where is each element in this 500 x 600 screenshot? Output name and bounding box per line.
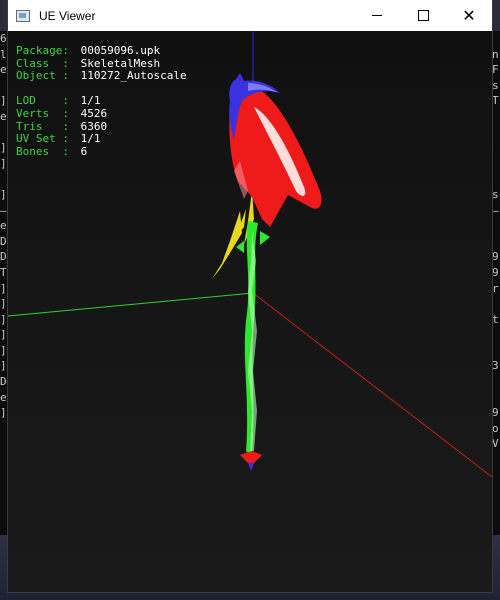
console-line: D: [0, 375, 7, 389]
background-console-right: n F s T s — 9 9 r t 3 9 o V: [492, 31, 500, 591]
console-line: ]: [0, 281, 7, 295]
console-line: e: [0, 219, 7, 233]
console-line: 9: [492, 250, 499, 264]
info-row-uvset: UV Set : 1/1: [16, 132, 187, 146]
console-line: s: [492, 187, 499, 201]
info-value: 4526: [80, 106, 108, 120]
console-line: 3: [492, 359, 499, 373]
console-line: l: [0, 47, 7, 61]
console-line: ]: [0, 187, 7, 201]
window-title: UE Viewer: [39, 8, 96, 23]
mesh-handle-green: [236, 221, 270, 456]
mesh-info-overlay: Package: 00059096.upk Class : SkeletalMe…: [16, 44, 187, 159]
info-value: SkeletalMesh: [80, 56, 161, 70]
info-label: Verts :: [16, 106, 69, 120]
console-line: T: [492, 94, 499, 108]
console-line: o: [492, 421, 499, 435]
console-line: ]: [0, 156, 7, 170]
console-line: T: [0, 265, 7, 279]
console-line: V: [492, 437, 499, 451]
maximize-icon: [417, 10, 429, 21]
background-console-left: 6 l e ] e ] ] ] — e D D T ] ] ] ] ] ] D …: [0, 31, 8, 591]
console-line: ]: [0, 141, 7, 155]
info-value: 6360: [80, 119, 108, 133]
console-line: —: [0, 203, 7, 217]
app-window-icon[interactable]: [16, 9, 30, 22]
info-value: 1/1: [80, 94, 101, 108]
console-line: ]: [0, 94, 7, 108]
info-label: Object :: [16, 69, 69, 83]
y-axis-line: [8, 292, 254, 317]
ue-viewer-window: UE Viewer ✕ Package: 00059096.upk Class …: [8, 0, 492, 592]
console-line: t: [492, 312, 499, 326]
console-line: ]: [0, 343, 7, 357]
console-line: —: [492, 203, 499, 217]
info-value: 6: [80, 144, 88, 158]
console-line: 9: [492, 265, 499, 279]
console-line: ]: [0, 406, 7, 420]
info-label: Package:: [16, 44, 69, 57]
mesh-tip-red: [240, 451, 262, 471]
3d-viewport[interactable]: Package: 00059096.upk Class : SkeletalMe…: [8, 31, 492, 592]
info-row-object: Object : 110272_Autoscale: [16, 69, 187, 83]
console-line: 9: [492, 406, 499, 420]
console-line: 6: [0, 32, 7, 45]
mesh-blade-red: [229, 86, 322, 227]
info-row-bones: Bones : 6: [16, 144, 187, 159]
info-label: Bones :: [16, 144, 69, 158]
console-line: e: [0, 63, 7, 77]
console-line: ]: [0, 312, 7, 326]
info-value: 1/1: [80, 132, 101, 146]
maximize-button[interactable]: [400, 0, 446, 31]
console-line: ]: [0, 297, 7, 311]
x-axis-line: [252, 292, 492, 478]
close-icon: ✕: [462, 5, 476, 25]
minimize-button[interactable]: [354, 0, 400, 31]
console-line: n: [492, 47, 499, 61]
minimize-icon: [372, 15, 382, 16]
console-line: r: [492, 281, 499, 295]
console-line: e: [0, 390, 7, 404]
console-line: s: [492, 78, 499, 92]
info-value: 00059096.upk: [80, 44, 161, 57]
console-line: D: [0, 234, 7, 248]
console-line: ]: [0, 359, 7, 373]
info-value: 110272_Autoscale: [80, 69, 187, 83]
info-label: UV Set :: [16, 132, 69, 146]
close-button[interactable]: ✕: [446, 0, 492, 31]
console-line: ]: [0, 328, 7, 342]
title-bar[interactable]: UE Viewer ✕: [8, 0, 492, 31]
console-line: F: [492, 63, 499, 77]
console-line: D: [0, 250, 7, 264]
console-line: e: [0, 109, 7, 123]
